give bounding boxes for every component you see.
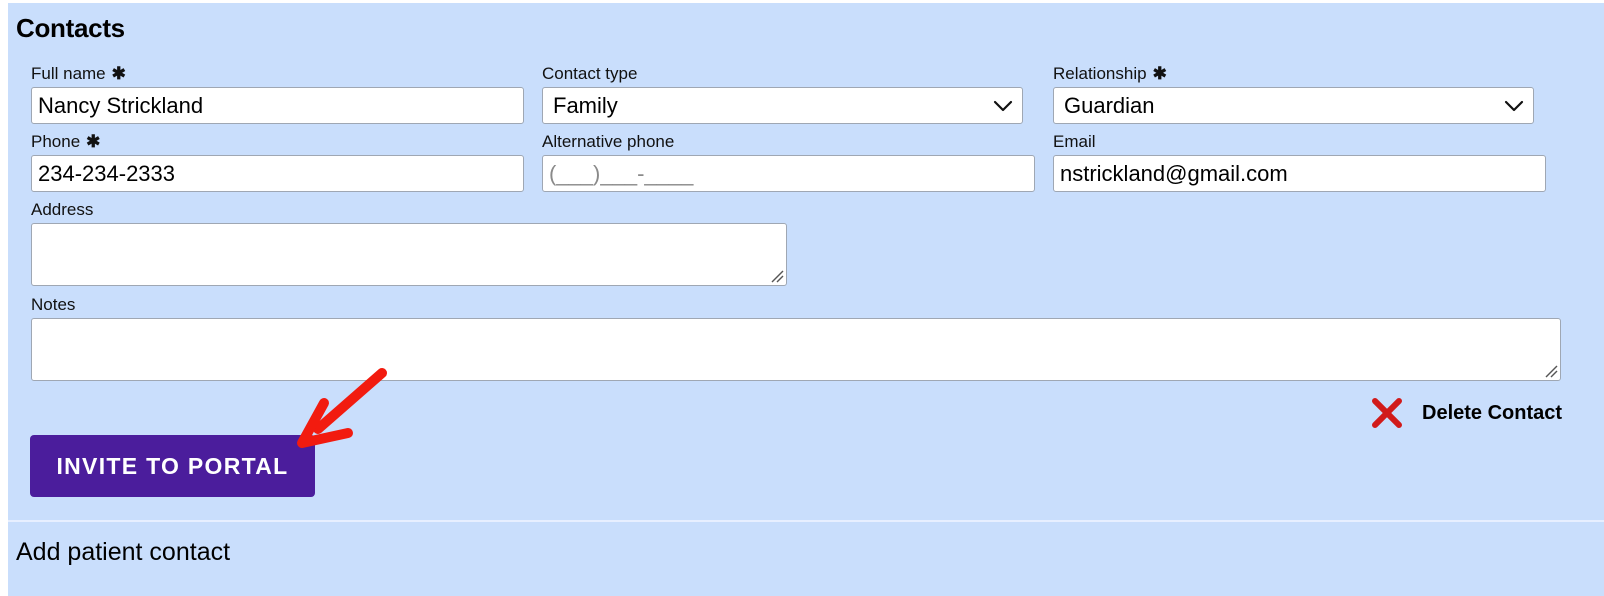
required-marker: ✱ (111, 64, 126, 83)
contact-type-label: Contact type (542, 64, 638, 83)
delete-contact-button[interactable]: Delete Contact (1370, 396, 1562, 430)
full-name-label-text: Full name (31, 64, 106, 83)
phone-label-text: Phone (31, 132, 81, 151)
required-marker: ✱ (1152, 64, 1167, 83)
alt-phone-label: Alternative phone (542, 132, 675, 151)
email-label: Email (1053, 132, 1096, 151)
contact-type-select[interactable]: Family (542, 87, 1023, 124)
chevron-down-icon (1504, 100, 1524, 112)
full-name-label: Full name ✱ (31, 64, 126, 84)
section-title: Contacts (16, 13, 125, 43)
chevron-down-icon (993, 100, 1013, 112)
phone-label: Phone ✱ (31, 132, 100, 152)
invite-to-portal-button[interactable]: INVITE TO PORTAL (30, 435, 315, 497)
resize-grip-icon[interactable] (1544, 364, 1558, 378)
relationship-value: Guardian (1064, 92, 1155, 118)
close-x-icon (1372, 398, 1402, 428)
email-input[interactable] (1053, 155, 1546, 192)
required-marker: ✱ (86, 132, 101, 151)
relationship-select[interactable]: Guardian (1053, 87, 1534, 124)
phone-input[interactable] (31, 155, 524, 192)
full-name-input[interactable] (31, 87, 524, 124)
relationship-label-text: Relationship (1053, 64, 1147, 83)
notes-label: Notes (31, 295, 76, 314)
address-label: Address (31, 200, 94, 219)
contact-type-value: Family (553, 92, 618, 118)
relationship-label: Relationship ✱ (1053, 64, 1167, 84)
alt-phone-input[interactable] (542, 155, 1035, 192)
notes-textarea[interactable] (31, 318, 1561, 381)
delete-contact-label: Delete Contact (1422, 401, 1563, 424)
contacts-panel: Contacts Full name✱ Contact type Family … (8, 3, 1604, 596)
add-patient-contact-link[interactable]: Add patient contact (16, 538, 230, 567)
address-textarea[interactable] (31, 223, 787, 286)
divider (8, 520, 1604, 522)
resize-grip-icon[interactable] (770, 269, 784, 283)
